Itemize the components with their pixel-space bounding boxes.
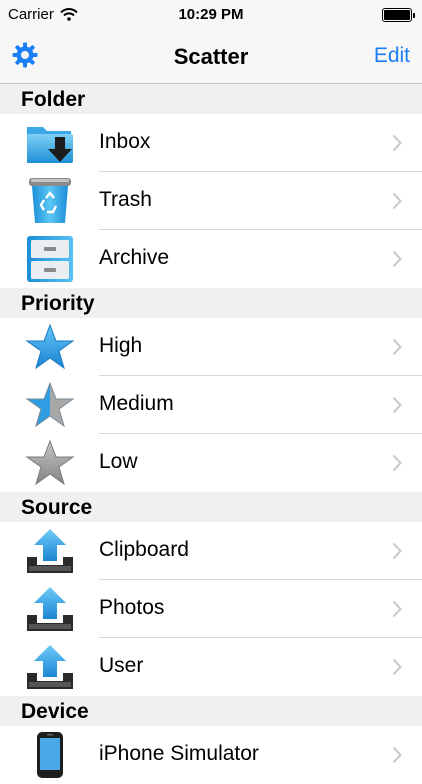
battery-icon — [382, 8, 415, 22]
chevron-right-icon — [392, 542, 402, 560]
chevron-right-icon — [392, 600, 402, 618]
row-user[interactable]: User — [0, 638, 422, 696]
row-iphone-simulator[interactable]: iPhone Simulator — [0, 726, 422, 784]
category-list: Folder Inbox Trash Archive Priority High… — [0, 84, 422, 784]
page-title: Scatter — [173, 44, 249, 69]
upload-tray-icon — [27, 645, 73, 689]
star-half-icon — [25, 381, 75, 428]
chevron-right-icon — [392, 396, 402, 414]
row-clipboard[interactable]: Clipboard — [0, 522, 422, 580]
row-label: Medium — [99, 392, 174, 415]
row-label: Low — [99, 450, 138, 473]
star-full-icon — [25, 323, 75, 370]
row-high[interactable]: High — [0, 318, 422, 376]
row-label: High — [99, 334, 143, 357]
row-label: Inbox — [99, 130, 151, 153]
chevron-right-icon — [392, 338, 402, 356]
chevron-right-icon — [392, 746, 402, 764]
chevron-right-icon — [392, 658, 402, 676]
status-bar: Carrier 10:29 PM — [0, 0, 422, 30]
row-medium[interactable]: Medium — [0, 376, 422, 434]
row-low[interactable]: Low — [0, 434, 422, 492]
upload-tray-icon — [27, 587, 73, 631]
section-header-device: Device — [0, 696, 422, 726]
row-label: iPhone Simulator — [99, 742, 259, 765]
row-label: User — [99, 654, 144, 677]
status-time: 10:29 PM — [178, 6, 244, 23]
navigation-bar: Scatter Edit — [0, 30, 422, 84]
edit-button[interactable]: Edit — [374, 44, 410, 68]
star-empty-icon — [25, 439, 75, 486]
row-archive[interactable]: Archive — [0, 230, 422, 288]
recycle-bin-icon — [29, 178, 71, 223]
chevron-right-icon — [392, 192, 402, 210]
section-header-folder: Folder — [0, 84, 422, 114]
row-inbox[interactable]: Inbox — [0, 114, 422, 172]
upload-tray-icon — [27, 529, 73, 573]
filing-cabinet-icon — [27, 236, 73, 282]
chevron-right-icon — [392, 250, 402, 268]
iphone-icon — [37, 732, 63, 778]
row-photos[interactable]: Photos — [0, 580, 422, 638]
inbox-folder-icon — [27, 127, 73, 163]
row-label: Photos — [99, 596, 165, 619]
chevron-right-icon — [392, 134, 402, 152]
row-label: Clipboard — [99, 538, 189, 561]
chevron-right-icon — [392, 454, 402, 472]
section-header-source: Source — [0, 492, 422, 522]
row-trash[interactable]: Trash — [0, 172, 422, 230]
section-header-priority: Priority — [0, 288, 422, 318]
row-label: Trash — [99, 188, 152, 211]
row-label: Archive — [99, 246, 170, 269]
